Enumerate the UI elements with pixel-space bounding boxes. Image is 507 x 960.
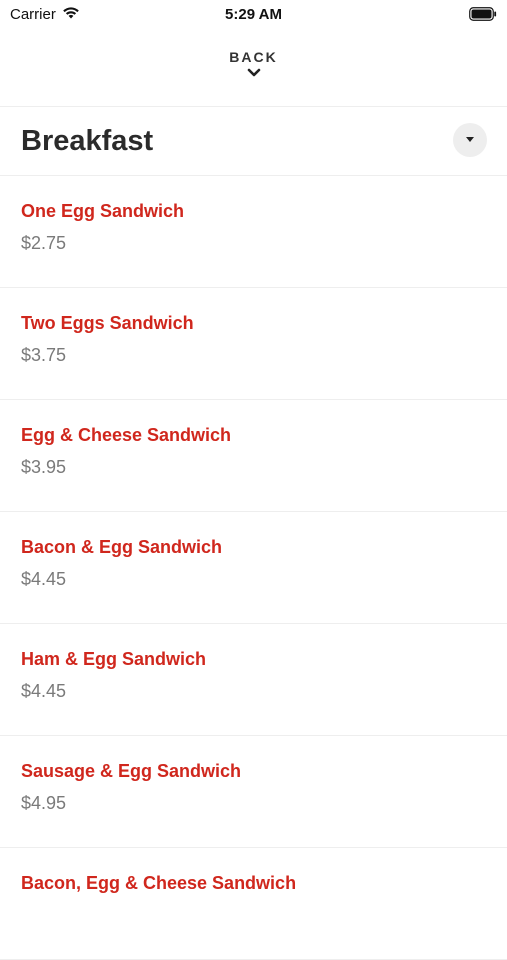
menu-item[interactable]: Sausage & Egg Sandwich $4.95 xyxy=(0,736,507,848)
item-price: $3.95 xyxy=(21,457,67,477)
menu-list: One Egg Sandwich $2.75 Two Eggs Sandwich… xyxy=(0,176,507,960)
item-name: Sausage & Egg Sandwich xyxy=(21,761,242,781)
item-price: $4.95 xyxy=(21,793,67,813)
item-name: Bacon, Egg & Cheese Sandwich xyxy=(21,873,297,893)
item-name: Bacon & Egg Sandwich xyxy=(21,537,223,557)
menu-item[interactable]: Two Eggs Sandwich $3.75 xyxy=(0,288,507,400)
triangle-down-icon xyxy=(466,137,474,142)
menu-item[interactable]: Bacon & Egg Sandwich $4.45 xyxy=(0,512,507,624)
back-label: BACK xyxy=(229,49,278,65)
chevron-down-icon xyxy=(247,68,260,77)
item-name: Ham & Egg Sandwich xyxy=(21,649,207,669)
category-title: Breakfast xyxy=(21,125,154,157)
menu-item[interactable]: One Egg Sandwich $2.75 xyxy=(0,176,507,288)
category-header: Breakfast xyxy=(0,107,507,176)
back-button[interactable]: BACK xyxy=(0,42,507,107)
menu-item[interactable]: Ham & Egg Sandwich $4.45 xyxy=(0,624,507,736)
status-bar: Carrier 5:29 AM xyxy=(0,0,507,30)
category-dropdown-button[interactable] xyxy=(453,123,487,157)
item-price: $4.45 xyxy=(21,569,67,589)
item-name: Egg & Cheese Sandwich xyxy=(21,425,232,445)
menu-item[interactable]: Egg & Cheese Sandwich $3.95 xyxy=(0,400,507,512)
item-name: Two Eggs Sandwich xyxy=(21,313,194,333)
item-price: $2.75 xyxy=(21,233,67,253)
status-time: 5:29 AM xyxy=(225,6,282,23)
item-price: $3.75 xyxy=(21,345,67,365)
item-price: $4.45 xyxy=(21,681,67,701)
menu-item[interactable]: Bacon, Egg & Cheese Sandwich xyxy=(0,848,507,960)
battery-icon xyxy=(469,7,497,25)
item-name: One Egg Sandwich xyxy=(21,201,185,221)
